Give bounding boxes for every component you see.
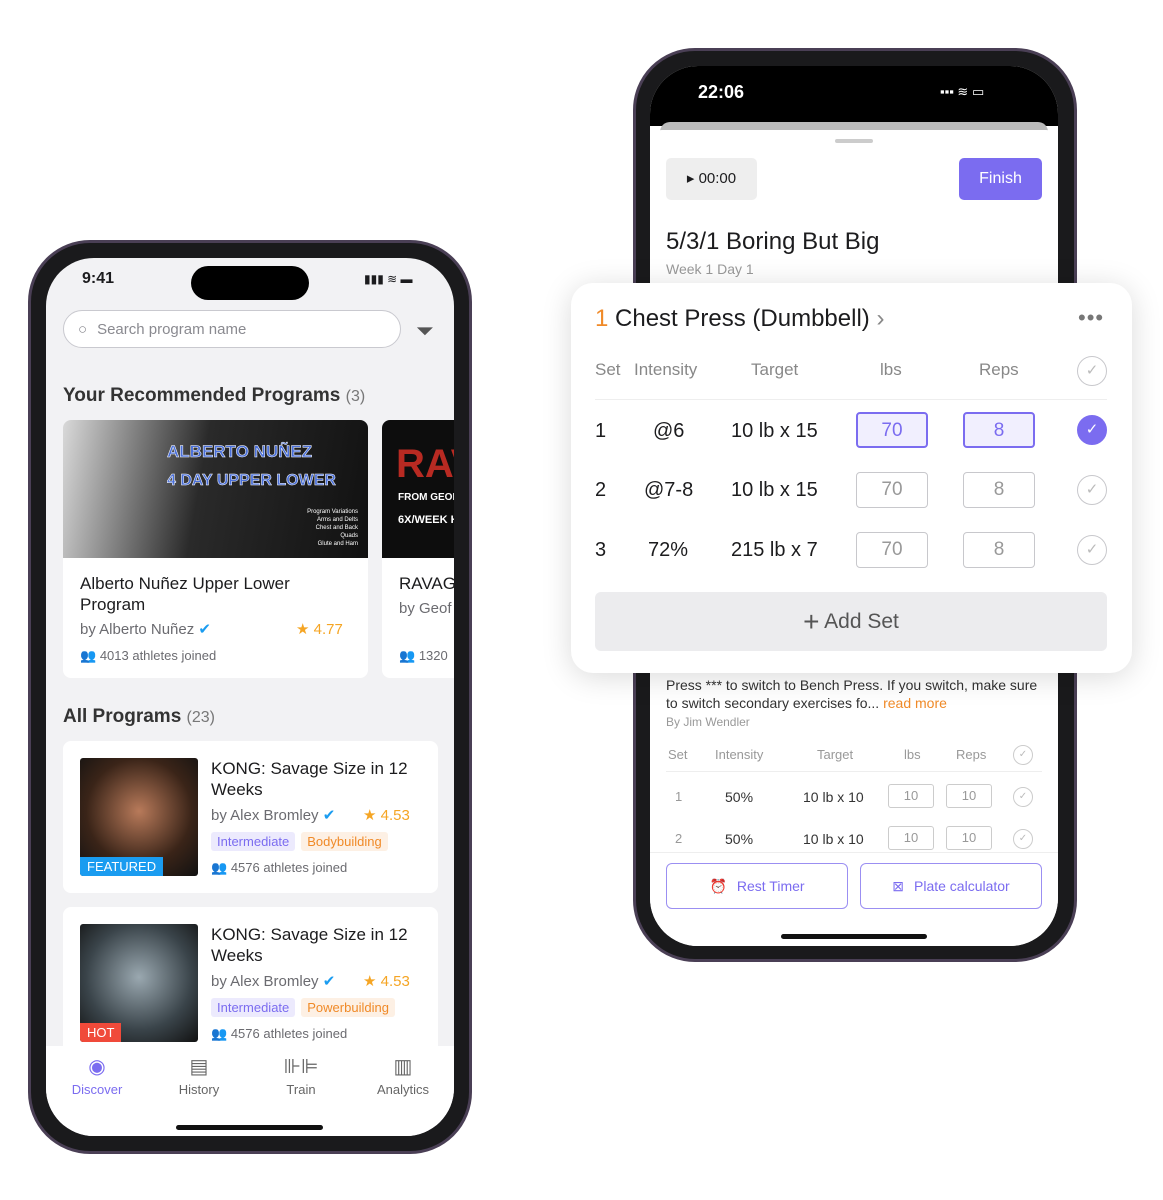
program-thumbnail: FEATURED (80, 758, 198, 876)
program-image: ALBERTO NUÑEZ 4 DAY UPPER LOWER Program … (63, 420, 368, 558)
reps-input[interactable]: 8 (963, 532, 1035, 568)
lbs-input[interactable]: 10 (888, 784, 934, 808)
set-check[interactable]: ✓ (1013, 787, 1033, 807)
timer-button[interactable]: ▸ 00:00 (666, 158, 757, 200)
exercise-card: 1 Chest Press (Dumbbell) › ••• Set Inten… (571, 283, 1132, 673)
set-check[interactable]: ✓ (1077, 475, 1107, 505)
set-check-done[interactable]: ✓ (1077, 415, 1107, 445)
program-card[interactable]: ALBERTO NUÑEZ 4 DAY UPPER LOWER Program … (63, 420, 368, 678)
nav-train[interactable]: ⊪⊫ Train (261, 1054, 341, 1136)
plate-calculator-button[interactable]: ⊠ Plate calculator (860, 863, 1042, 909)
list-item[interactable]: HOT KONG: Savage Size in 12 Weeks by Ale… (63, 907, 438, 1059)
rating: ★ 4.77 (296, 621, 343, 638)
lbs-input[interactable]: 70 (856, 472, 928, 508)
dumbbell-icon: ⊪⊫ (283, 1056, 319, 1078)
nav-discover[interactable]: ◉ Discover (57, 1054, 137, 1136)
lbs-input[interactable]: 70 (856, 532, 928, 568)
rest-timer-button[interactable]: ⏰ Rest Timer (666, 863, 848, 909)
chart-icon: ▥ (393, 1056, 413, 1078)
filter-icon[interactable]: ⏷ (416, 318, 434, 344)
lbs-input[interactable]: 70 (856, 412, 928, 448)
verified-icon: ✔ (322, 973, 336, 990)
set-check[interactable]: ✓ (1077, 535, 1107, 565)
chevron-right-icon: › (876, 305, 885, 332)
discover-screen: 9:41 ▮▮▮ ≋ ▬ ○ Search program name ⏷ Your… (46, 258, 454, 1136)
check-all-icon[interactable]: ✓ (1013, 745, 1033, 765)
search-icon: ○ (78, 320, 88, 338)
workout-title: 5/3/1 Boring But Big (666, 228, 880, 255)
verified-icon: ✔ (198, 621, 211, 638)
calculator-icon: ⊠ (892, 877, 904, 894)
bottom-nav: ◉ Discover ▤ History ⊪⊫ Train ▥ Analytics (46, 1046, 454, 1136)
drag-handle[interactable] (835, 139, 873, 143)
more-icon[interactable]: ••• (1078, 305, 1104, 331)
all-programs-heading: All Programs (23) (63, 706, 215, 727)
finish-button[interactable]: Finish (959, 158, 1042, 200)
home-indicator (176, 1125, 323, 1130)
history-icon: ▤ (189, 1056, 209, 1078)
recommended-heading: Your Recommended Programs (3) (63, 385, 366, 406)
status-icons: ▮▮▮ ≋ ▬ (364, 272, 413, 286)
status-icons: ▪▪▪ ≋ ▭ (940, 84, 985, 99)
alarm-icon: ⏰ (709, 877, 727, 894)
program-thumbnail: HOT (80, 924, 198, 1042)
list-item[interactable]: FEATURED KONG: Savage Size in 12 Weeks b… (63, 741, 438, 893)
exercise-title[interactable]: 1 Chest Press (Dumbbell) › (595, 305, 884, 333)
set-check[interactable]: ✓ (1013, 829, 1033, 849)
reps-input[interactable]: 10 (946, 826, 992, 850)
program-image: RAV FROM GEOFF S 6X/WEEK HY (382, 420, 454, 558)
verified-icon: ✔ (322, 807, 336, 824)
search-input[interactable]: ○ Search program name (63, 310, 401, 348)
status-time: 9:41 (82, 270, 115, 287)
plus-icon: + (803, 606, 820, 637)
lbs-input[interactable]: 10 (888, 826, 934, 850)
compass-icon: ◉ (88, 1056, 106, 1078)
program-card[interactable]: RAV FROM GEOFF S 6X/WEEK HY RAVAG by Geo… (382, 420, 454, 678)
dynamic-island (191, 266, 309, 300)
featured-badge: FEATURED (80, 857, 164, 876)
hot-badge: HOT (80, 1023, 122, 1042)
add-set-button[interactable]: + Add Set (595, 592, 1107, 651)
home-indicator (781, 934, 927, 939)
exercise-note: Press *** to switch to Bench Press. If y… (666, 677, 1038, 711)
nav-history[interactable]: ▤ History (159, 1054, 239, 1136)
check-all-icon[interactable]: ✓ (1077, 356, 1107, 386)
read-more-link[interactable]: read more (883, 695, 947, 711)
nav-analytics[interactable]: ▥ Analytics (363, 1054, 443, 1136)
users-icon: 👥 (80, 648, 97, 663)
reps-input[interactable]: 10 (946, 784, 992, 808)
reps-input[interactable]: 8 (963, 412, 1035, 448)
reps-input[interactable]: 8 (963, 472, 1035, 508)
